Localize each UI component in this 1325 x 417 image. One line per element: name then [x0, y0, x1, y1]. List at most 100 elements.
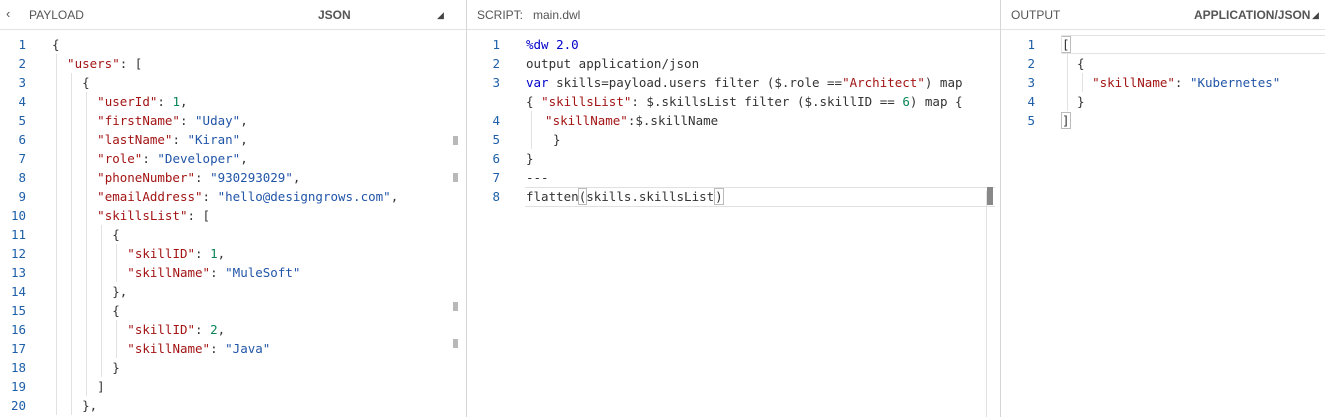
code-token: ---: [526, 170, 549, 185]
code-token: %dw 2.0: [526, 37, 579, 52]
line-number: 1: [1027, 37, 1035, 52]
payload-editor[interactable]: 1{2 "users": [3{4 "userId": 1, 5 "firstName"…: [0, 31, 466, 417]
line-number: 11: [10, 227, 26, 242]
code-token: "lastName": [97, 132, 173, 147]
payload-title: PAYLOAD: [29, 8, 84, 22]
scrollbar-marker[interactable]: [453, 339, 458, 348]
output-pane: OUTPUT APPLICATION/JSON ◢ 1[2{3 "skillNam…: [1001, 0, 1325, 417]
code-line: "userId": 1,: [97, 92, 187, 111]
payload-header: ‹ PAYLOAD JSON ◢: [0, 0, 466, 30]
indent-guide: [101, 225, 102, 377]
code-token: :: [142, 151, 158, 166]
line-number: 4: [18, 94, 26, 109]
line-number: 7: [492, 170, 500, 185]
payload-format-label[interactable]: JSON: [318, 8, 351, 22]
current-line-highlight: [525, 187, 995, 207]
code-token: "skillName": [127, 265, 211, 280]
code-token: :: [195, 246, 211, 261]
code-token: "skillsList": [97, 208, 188, 223]
line-number: 15: [10, 303, 26, 318]
back-chevron-icon[interactable]: ‹: [6, 6, 10, 21]
code-token: }: [553, 132, 561, 147]
output-active-line: [1061, 35, 1325, 54]
code-token: "firstName": [97, 113, 180, 128]
scrollbar-track[interactable]: [986, 191, 987, 417]
code-token: "role": [97, 151, 143, 166]
code-token: "emailAddress": [97, 189, 203, 204]
line-number: 9: [18, 189, 26, 204]
line-number: 12: [10, 246, 26, 261]
code-token: ,: [217, 246, 226, 261]
indent-guide: [56, 54, 57, 415]
code-token: output application/json: [526, 56, 700, 71]
line-number: 7: [18, 151, 26, 166]
code-line: "skillName": "MuleSoft": [127, 263, 300, 282]
code-token: ,: [240, 151, 248, 166]
scrollbar-thumb[interactable]: [987, 187, 993, 205]
indent-guide: [1082, 73, 1083, 92]
code-token: "skillName": [545, 113, 628, 128]
code-line: "role": "Developer",: [97, 149, 248, 168]
scrollbar-marker[interactable]: [453, 173, 458, 182]
code-line: ]: [1061, 111, 1071, 130]
script-label: SCRIPT:: [477, 8, 524, 22]
code-token: :: [195, 170, 211, 185]
code-token: ]: [97, 379, 105, 394]
output-format-dropdown-icon[interactable]: ◢: [1312, 10, 1319, 21]
line-number: 6: [18, 132, 26, 147]
code-token: :: [179, 113, 196, 128]
line-number: 8: [18, 170, 26, 185]
code-line: {: [112, 225, 120, 244]
code-line: }: [112, 358, 120, 377]
script-filename: main.dwl: [533, 8, 581, 22]
line-number: 5: [492, 132, 500, 147]
indent-guide: [86, 92, 87, 396]
line-number: 18: [10, 360, 26, 375]
script-editor[interactable]: 1 %dw 2.0 2 output application/json 3 var ski…: [467, 31, 1000, 417]
code-token: : [: [187, 208, 211, 223]
line-number: 5: [18, 113, 26, 128]
code-line: var skills=payload.users filter ($.role …: [526, 73, 963, 92]
line-number: 2: [18, 56, 26, 71]
line-number: 5: [1027, 113, 1035, 128]
code-line: {: [52, 35, 60, 54]
code-line: }: [1077, 92, 1085, 111]
line-number: 14: [10, 284, 26, 299]
indent-guide: [116, 320, 117, 358]
code-token: "Developer": [157, 151, 241, 166]
code-token: ,: [217, 322, 226, 337]
code-token: "skillName": [1092, 75, 1175, 90]
code-line: %dw 2.0: [526, 35, 579, 54]
code-line: "skillName": "Java": [127, 339, 270, 358]
scrollbar-marker[interactable]: [453, 136, 458, 145]
code-line: "users": [: [67, 54, 142, 73]
scrollbar-marker[interactable]: [453, 302, 458, 311]
code-line: "phoneNumber": "930293029",: [97, 168, 300, 187]
code-line: ---: [526, 168, 549, 187]
code-token: :: [210, 341, 226, 356]
code-token: 2: [210, 322, 218, 337]
indent-guide: [71, 73, 72, 415]
code-line: {: [1077, 54, 1085, 73]
code-line: }: [526, 149, 534, 168]
code-line: "skillName": "Kubernetes": [1092, 73, 1280, 92]
code-token: }: [526, 151, 534, 166]
code-token: :: [202, 189, 218, 204]
code-token: ,: [240, 132, 248, 147]
code-token: 1: [210, 246, 218, 261]
code-token: "skillsList": [541, 94, 632, 109]
line-number: 3: [492, 75, 500, 90]
line-number: 13: [10, 265, 26, 280]
output-format-label[interactable]: APPLICATION/JSON: [1194, 8, 1310, 22]
line-number: 3: [1027, 75, 1035, 90]
code-token: "930293029": [210, 170, 293, 185]
payload-format-dropdown-icon[interactable]: ◢: [437, 10, 444, 21]
code-token: "skillID": [127, 246, 196, 261]
code-token: var: [526, 75, 549, 90]
code-token: :$.skillName: [627, 113, 719, 128]
line-number: 4: [1027, 94, 1035, 109]
code-token: : $.skillsList filter ($.skillID ==: [631, 94, 903, 109]
code-token: :: [195, 322, 211, 337]
line-number: 1: [492, 37, 500, 52]
indent-guide: [1067, 54, 1068, 111]
